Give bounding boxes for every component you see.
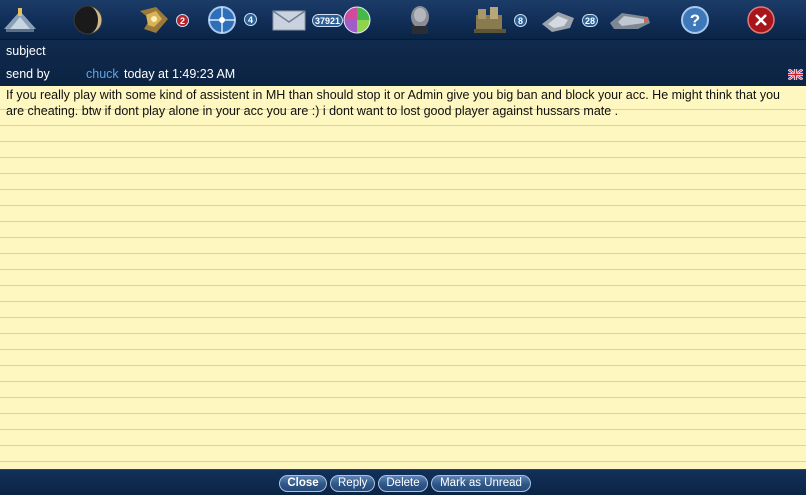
- help-icon: ?: [681, 6, 709, 34]
- action-bar: Close Reply Delete Mark as Unread: [0, 469, 806, 495]
- ships-button[interactable]: 2: [134, 3, 190, 37]
- ships-icon: [140, 7, 168, 33]
- top-toolbar: 2 4 37921 8 28 ?: [0, 0, 806, 40]
- svg-text:?: ?: [690, 11, 700, 30]
- mail-badge: 37921: [312, 14, 344, 27]
- factory-button[interactable]: 8: [472, 3, 532, 37]
- message-text: If you really play with some kind of ass…: [6, 88, 781, 118]
- fleet-button[interactable]: [2, 3, 38, 37]
- commander-icon: [411, 6, 429, 34]
- ships-badge: 2: [176, 14, 189, 27]
- fleet-icon: [4, 8, 36, 32]
- message-window: 2 4 37921 8 28 ? subject send by chuck t…: [0, 0, 806, 495]
- message-header: subject send by chuck today at 1:49:23 A…: [0, 40, 806, 86]
- message-body: If you really play with some kind of ass…: [0, 86, 806, 469]
- mail-button[interactable]: 37921: [272, 3, 346, 37]
- factory-icon: [474, 7, 506, 33]
- sent-time: today at 1:49:23 AM: [124, 67, 236, 81]
- sendby-label: send by: [6, 67, 50, 81]
- sender-link[interactable]: chuck: [86, 67, 119, 81]
- help-button[interactable]: ?: [680, 3, 710, 37]
- mark-unread-button[interactable]: Mark as Unread: [431, 475, 531, 492]
- planet-icon: [73, 5, 103, 35]
- reply-button[interactable]: Reply: [330, 475, 375, 492]
- subject-label: subject: [6, 44, 46, 58]
- resources-button[interactable]: [342, 3, 372, 37]
- shipyard-icon: [542, 12, 574, 32]
- planet-button[interactable]: [72, 3, 104, 37]
- close-icon: [747, 6, 775, 34]
- factory-badge: 8: [514, 14, 527, 27]
- galaxy-map-icon: [208, 6, 236, 34]
- galaxy-map-badge: 4: [244, 13, 257, 26]
- battleship-icon: [610, 13, 650, 29]
- delete-button[interactable]: Delete: [378, 475, 428, 492]
- battleship-button[interactable]: [608, 3, 652, 37]
- uk-flag-icon: [788, 69, 803, 80]
- mail-icon: [272, 10, 306, 31]
- resources-orb-icon: [343, 6, 371, 34]
- close-window-button[interactable]: [746, 3, 776, 37]
- close-button[interactable]: Close: [279, 475, 327, 492]
- galaxy-map-button[interactable]: 4: [206, 3, 260, 37]
- shipyard-badge: 28: [582, 14, 599, 27]
- shipyard-button[interactable]: 28: [540, 3, 602, 37]
- commander-button[interactable]: [406, 3, 438, 37]
